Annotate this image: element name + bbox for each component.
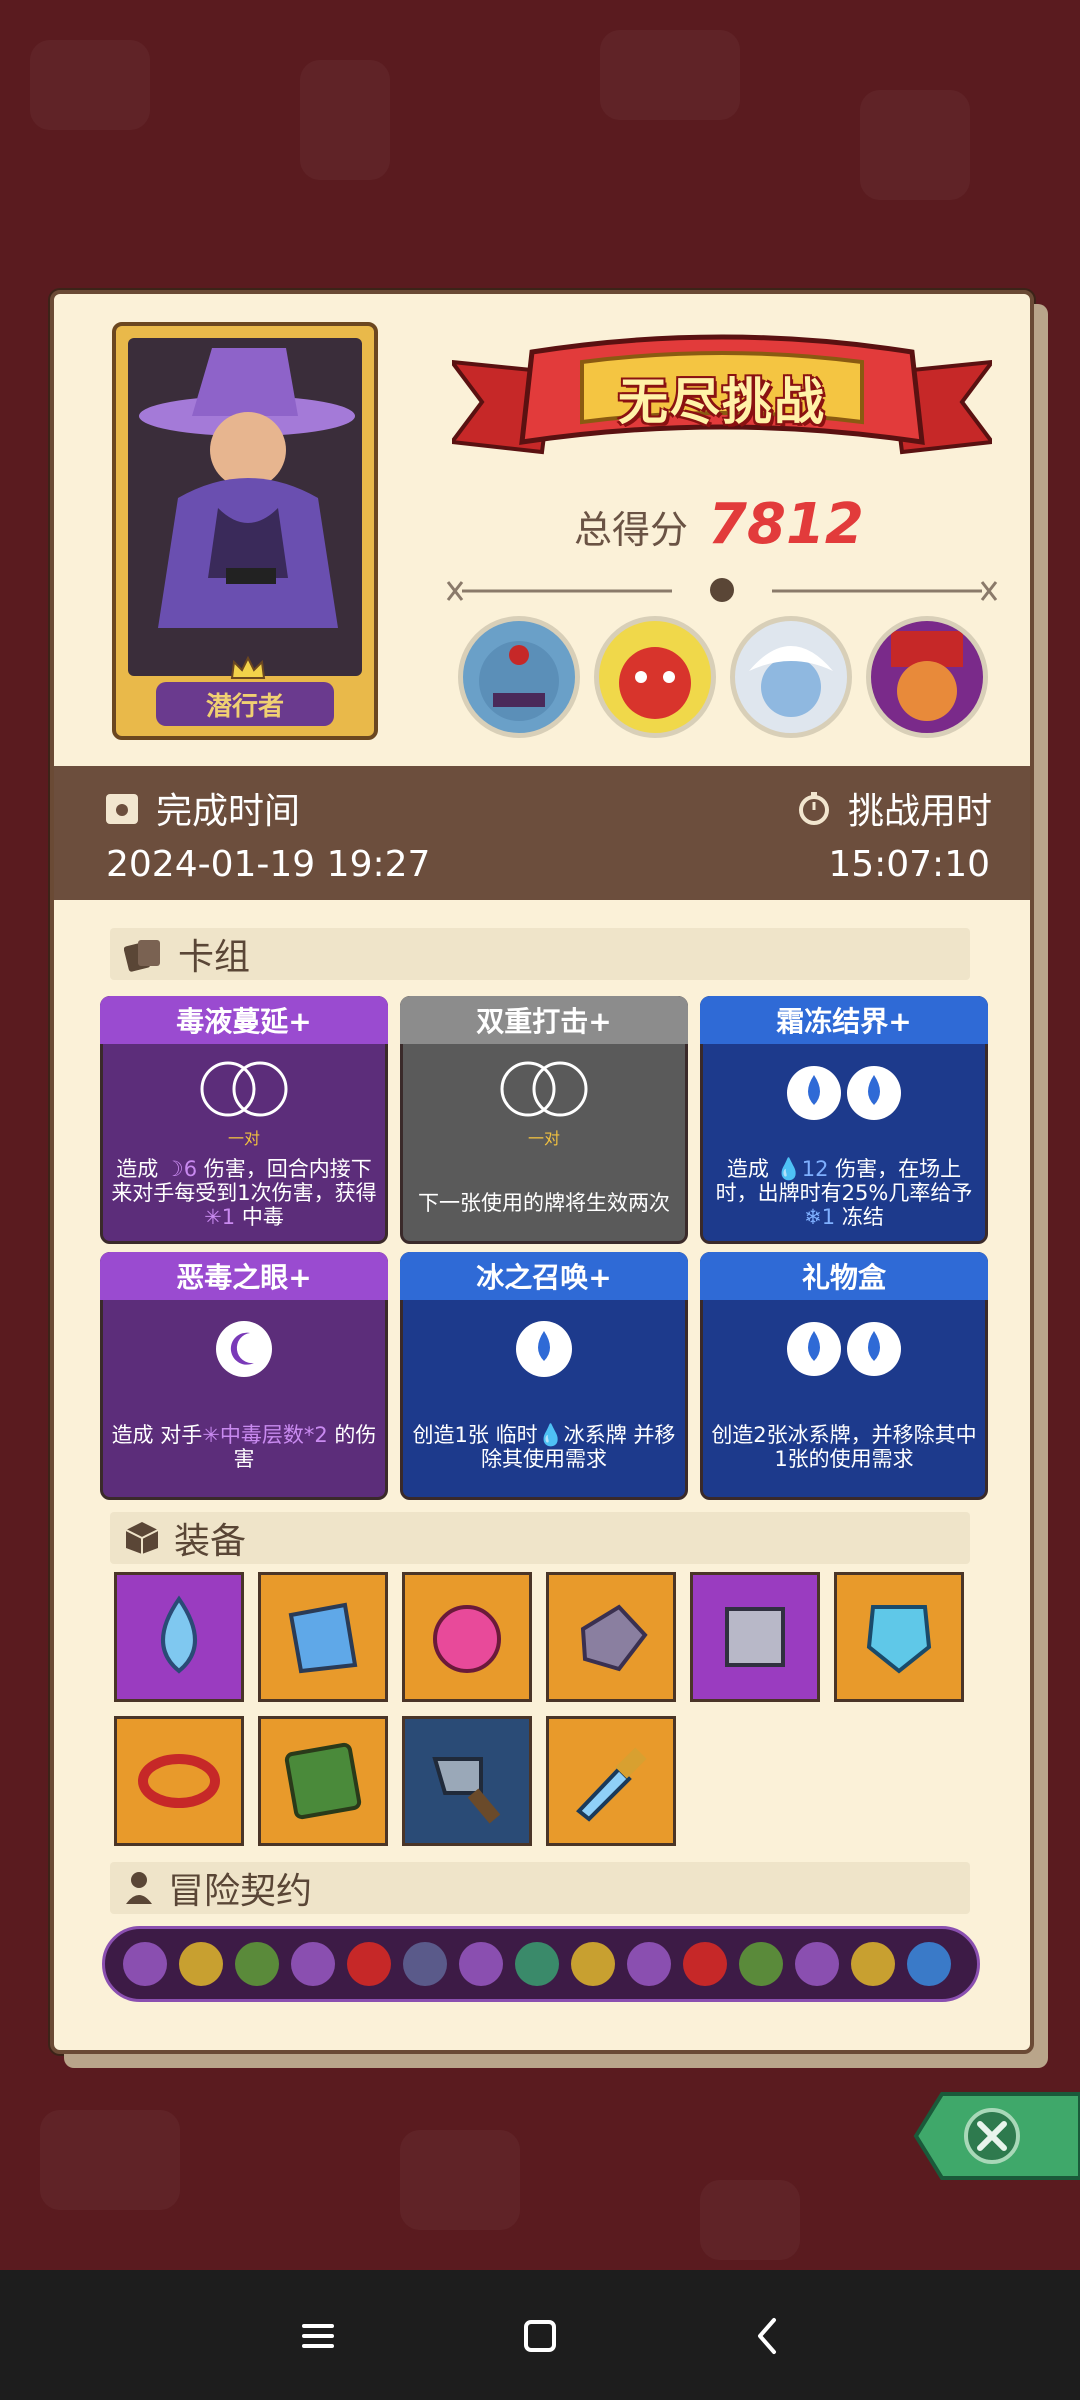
challenge-info-band: 完成时间 2024-01-19 19:27 挑战用时 15:07:10 bbox=[54, 766, 1030, 900]
completion-time-heading: 完成时间 bbox=[104, 782, 300, 834]
boss-avatar-red-demon bbox=[594, 616, 716, 738]
results-panel: 潜行者 无尽挑战 总得分 7812 完成时间 2024-01-19 19:27 … bbox=[50, 290, 1034, 2054]
ice-cube-icon[interactable] bbox=[690, 1572, 820, 1702]
contract-emblem-strip[interactable] bbox=[102, 1926, 980, 2002]
crystal-potion-icon[interactable] bbox=[258, 1572, 388, 1702]
equipment-section-header: 装备 bbox=[110, 1512, 970, 1564]
water-drop-icon bbox=[403, 1315, 685, 1379]
card-title: 礼物盒 bbox=[700, 1252, 988, 1300]
character-illustration bbox=[128, 338, 362, 676]
pair-rings-icon bbox=[103, 1059, 385, 1119]
boss-avatar-blue-ogre bbox=[458, 616, 580, 738]
deck-section-header: 卡组 bbox=[110, 928, 970, 980]
skull-divider bbox=[446, 578, 998, 602]
endless-challenge-banner: 无尽挑战 bbox=[447, 332, 997, 472]
card-tag: 一对 bbox=[227, 1129, 260, 1148]
calendar-icon bbox=[106, 794, 138, 824]
back-icon[interactable] bbox=[744, 2312, 792, 2360]
card-tag: 一对 bbox=[527, 1129, 560, 1148]
deck-title: 卡组 bbox=[178, 937, 251, 978]
card-description: 造成 对手✳中毒层数*2 的伤害 bbox=[111, 1423, 377, 1471]
score-value: 7812 bbox=[708, 492, 864, 557]
card-title: 双重打击+ bbox=[400, 996, 688, 1044]
pair-rings-icon bbox=[403, 1059, 685, 1119]
home-icon[interactable] bbox=[516, 2312, 564, 2360]
frost-shield-icon[interactable] bbox=[834, 1572, 964, 1702]
card-description: 下一张使用的牌将生效两次 bbox=[418, 1191, 670, 1215]
contract-section-header: 冒险契约 bbox=[110, 1862, 970, 1914]
card-title: 恶毒之眼+ bbox=[100, 1252, 388, 1300]
card-double-strike[interactable]: 双重打击+ 一对 下一张使用的牌将生效两次 bbox=[400, 996, 688, 1244]
equipment-title: 装备 bbox=[174, 1521, 247, 1562]
card-venom-spread[interactable]: 毒液蔓延+ 一对 造成 ☽6 伤害，回合内接下来对手每受到1次伤害，获得 ✳1 … bbox=[100, 996, 388, 1244]
score-label: 总得分 bbox=[574, 508, 689, 552]
boss-avatar-masked-jester bbox=[866, 616, 988, 738]
water-drop-icon[interactable] bbox=[114, 1572, 244, 1702]
ice-dagger-icon[interactable] bbox=[546, 1716, 676, 1846]
card-title: 冰之召唤+ bbox=[400, 1252, 688, 1300]
cleaver-icon[interactable] bbox=[402, 1716, 532, 1846]
contract-title: 冒险契约 bbox=[168, 1871, 313, 1912]
card-ice-summon[interactable]: 冰之召唤+ 创造1张 临时💧冰系牌 并移除其使用需求 bbox=[400, 1252, 688, 1500]
fire-orb-icon[interactable] bbox=[402, 1572, 532, 1702]
person-icon bbox=[126, 1872, 152, 1904]
moon-icon bbox=[103, 1315, 385, 1379]
character-name: 潜行者 bbox=[156, 682, 334, 726]
stopwatch-icon bbox=[798, 792, 829, 825]
card-description: 创造2张冰系牌，并移除其中1张的使用需求 bbox=[711, 1423, 977, 1471]
card-frost-barrier[interactable]: 霜冻结界+ 造成 💧12 伤害，在场上时，出牌时有25%几率给予 ❄1 冻结 bbox=[700, 996, 988, 1244]
banner-title: 无尽挑战 bbox=[618, 373, 826, 431]
challenge-duration-label: 挑战用时 bbox=[847, 791, 992, 832]
challenge-duration-value: 15:07:10 bbox=[828, 844, 990, 885]
menu-icon[interactable] bbox=[294, 2312, 342, 2360]
box-icon bbox=[125, 1522, 159, 1554]
water-drop-pair-icon bbox=[703, 1315, 985, 1379]
close-button[interactable] bbox=[912, 2090, 1080, 2182]
moss-tome-icon[interactable] bbox=[258, 1716, 388, 1846]
moon-stone-icon[interactable] bbox=[546, 1572, 676, 1702]
total-score: 总得分 7812 bbox=[574, 492, 864, 557]
spiked-ring-icon[interactable] bbox=[114, 1716, 244, 1846]
completion-time-label: 完成时间 bbox=[156, 791, 301, 832]
crown-icon bbox=[230, 656, 266, 679]
card-description: 造成 ☽6 伤害，回合内接下来对手每受到1次伤害，获得 ✳1 中毒 bbox=[111, 1157, 377, 1229]
cards-icon bbox=[124, 940, 160, 972]
card-title: 毒液蔓延+ bbox=[100, 996, 388, 1044]
character-portrait-card: 潜行者 bbox=[112, 322, 378, 740]
card-description: 造成 💧12 伤害，在场上时，出牌时有25%几率给予 ❄1 冻结 bbox=[715, 1157, 973, 1229]
card-title: 霜冻结界+ bbox=[700, 996, 988, 1044]
card-description: 创造1张 临时💧冰系牌 并移除其使用需求 bbox=[412, 1423, 676, 1471]
card-vicious-eye[interactable]: 恶毒之眼+ 造成 对手✳中毒层数*2 的伤害 bbox=[100, 1252, 388, 1500]
boss-avatar-white-haired-spirit bbox=[730, 616, 852, 738]
challenge-duration-heading: 挑战用时 bbox=[796, 782, 992, 834]
card-gift-box[interactable]: 礼物盒 创造2张冰系牌，并移除其中1张的使用需求 bbox=[700, 1252, 988, 1500]
system-navigation-bar bbox=[0, 2270, 1080, 2400]
completion-time-value: 2024-01-19 19:27 bbox=[106, 844, 431, 885]
water-drop-pair-icon bbox=[703, 1059, 985, 1123]
